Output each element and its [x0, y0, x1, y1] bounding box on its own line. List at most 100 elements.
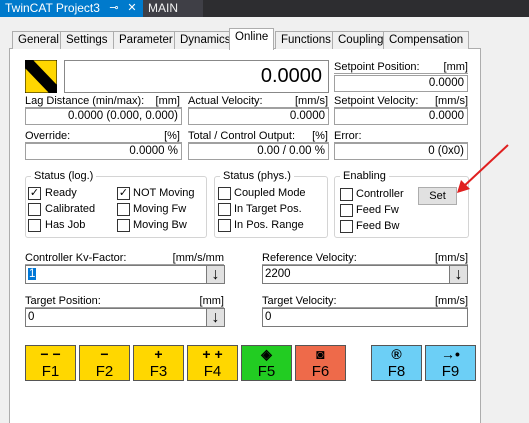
target-velocity-unit: [mm/s]: [435, 295, 468, 307]
f9-label: F9: [441, 363, 460, 380]
in-pos-range-label: In Pos. Range: [234, 219, 304, 231]
not-moving-label: NOT Moving: [133, 187, 195, 199]
in-target-pos-label: In Target Pos.: [234, 203, 302, 215]
minus-icon: −: [100, 346, 109, 362]
enabling-title: Enabling: [340, 170, 389, 182]
lag-distance-value: 0.0000 (0.000, 0.000): [25, 108, 182, 125]
coupled-mode-label: Coupled Mode: [234, 187, 306, 199]
tab-coupling[interactable]: Coupling: [332, 31, 390, 49]
override-value: 0.0000 %: [25, 143, 182, 160]
error-label: Error:: [334, 130, 362, 142]
status-log-title: Status (log.): [31, 170, 97, 182]
calibrated-label: Calibrated: [45, 203, 96, 215]
tab-label: Online: [235, 31, 269, 43]
tab-settings[interactable]: Settings: [60, 31, 114, 49]
tab-compensation[interactable]: Compensation: [383, 31, 470, 49]
plus-icon: +: [154, 346, 163, 362]
in-target-pos-checkbox[interactable]: [218, 203, 231, 216]
total-output-unit: [%]: [312, 130, 328, 142]
f6-stop-button[interactable]: ◙ F6: [295, 345, 346, 381]
target-velocity-value: 0: [265, 311, 272, 323]
moving-fw-checkbox[interactable]: [117, 203, 130, 216]
in-pos-range-checkbox[interactable]: [218, 219, 231, 232]
feed-fw-checkbox[interactable]: [340, 204, 353, 217]
setpoint-position-value: 0.0000: [334, 75, 468, 92]
start-icon: ◈: [261, 346, 272, 362]
ready-checkbox[interactable]: ✓: [28, 187, 41, 200]
f2-label: F2: [95, 363, 114, 380]
kv-factor-label: Controller Kv-Factor:: [25, 252, 127, 264]
tab-general[interactable]: General: [12, 31, 65, 49]
not-moving-checkbox[interactable]: ✓: [117, 187, 130, 200]
feed-bw-checkbox[interactable]: [340, 220, 353, 233]
tab-online[interactable]: Online: [229, 28, 275, 50]
f9-home-button[interactable]: →• F9: [425, 345, 476, 381]
calibrated-checkbox[interactable]: [28, 203, 41, 216]
down-arrow-icon: ↓: [211, 266, 220, 283]
tab-label: Parameter: [119, 34, 173, 46]
down-arrow-icon: ↓: [454, 266, 463, 283]
f8-reset-button[interactable]: ® F8: [371, 345, 422, 381]
target-velocity-label: Target Velocity:: [262, 295, 337, 307]
moving-bw-checkbox[interactable]: [117, 219, 130, 232]
status-phys-title: Status (phys.): [220, 170, 294, 182]
set-enabling-button[interactable]: Set: [418, 187, 457, 205]
kv-factor-download-button[interactable]: ↓: [206, 265, 225, 284]
tab-label: Coupling: [338, 34, 384, 46]
moving-fw-label: Moving Fw: [133, 203, 187, 215]
down-arrow-icon: ↓: [211, 309, 220, 326]
has-job-checkbox[interactable]: [28, 219, 41, 232]
moving-bw-label: Moving Bw: [133, 219, 187, 231]
f5-label: F5: [257, 363, 276, 380]
coupled-mode-checkbox[interactable]: [218, 187, 231, 200]
target-position-unit: [mm]: [199, 295, 224, 307]
total-output-label: Total / Control Output:: [188, 130, 295, 142]
actual-velocity-value: 0.0000: [188, 108, 329, 125]
f4-fast-forward-button[interactable]: + + F4: [187, 345, 238, 381]
reset-icon: ®: [391, 346, 402, 362]
actual-position-display: 0.0000: [64, 60, 329, 93]
reference-velocity-label: Reference Velocity:: [262, 252, 357, 264]
tab-label: Settings: [66, 34, 108, 46]
setpoint-position-label: Setpoint Position:: [334, 61, 420, 73]
feed-bw-label: Feed Bw: [356, 220, 400, 232]
close-icon[interactable]: ✕: [126, 0, 138, 17]
f1-label: F1: [41, 363, 60, 380]
f6-label: F6: [311, 363, 330, 380]
setpoint-velocity-value: 0.0000: [334, 108, 468, 125]
f2-backward-button[interactable]: − F2: [79, 345, 130, 381]
target-velocity-input[interactable]: 0: [262, 308, 468, 327]
total-output-value: 0.00 / 0.00 %: [188, 143, 329, 160]
axis-status-icon: [25, 60, 57, 93]
target-position-input[interactable]: 0: [25, 308, 207, 327]
tab-dynamics[interactable]: Dynamics: [174, 31, 237, 49]
f3-forward-button[interactable]: + F3: [133, 345, 184, 381]
home-arrow-icon: →•: [441, 346, 460, 362]
f4-label: F4: [203, 363, 222, 380]
controller-checkbox[interactable]: [340, 188, 353, 201]
annotation-arrow-icon: [457, 144, 509, 193]
tab-functions[interactable]: Functions: [275, 31, 337, 49]
fast-plus-icon: + +: [202, 346, 223, 362]
target-position-label: Target Position:: [25, 295, 101, 307]
override-unit: [%]: [164, 130, 180, 142]
reference-velocity-download-button[interactable]: ↓: [449, 265, 468, 284]
override-label: Override:: [25, 130, 71, 142]
fast-minus-icon: − −: [40, 346, 61, 362]
doc-tab-label: MAIN: [148, 1, 178, 15]
tab-parameter[interactable]: Parameter: [113, 31, 179, 49]
kv-factor-input[interactable]: 1: [25, 265, 207, 284]
f1-fast-backward-button[interactable]: − − F1: [25, 345, 76, 381]
feed-fw-label: Feed Fw: [356, 204, 399, 216]
enabling-group: [334, 176, 469, 238]
target-position-download-button[interactable]: ↓: [206, 308, 225, 327]
setpoint-velocity-unit: [mm/s]: [435, 95, 468, 107]
reference-velocity-input[interactable]: 2200: [262, 265, 450, 284]
f5-start-button[interactable]: ◈ F5: [241, 345, 292, 381]
pin-icon[interactable]: ⊸: [108, 0, 120, 17]
setpoint-velocity-label: Setpoint Velocity:: [334, 95, 419, 107]
lag-distance-label: Lag Distance (min/max):: [25, 95, 145, 107]
doc-tab-main[interactable]: MAIN: [143, 0, 203, 17]
doc-tab-twincat-project[interactable]: TwinCAT Project3: [0, 0, 143, 17]
f8-label: F8: [387, 363, 406, 380]
